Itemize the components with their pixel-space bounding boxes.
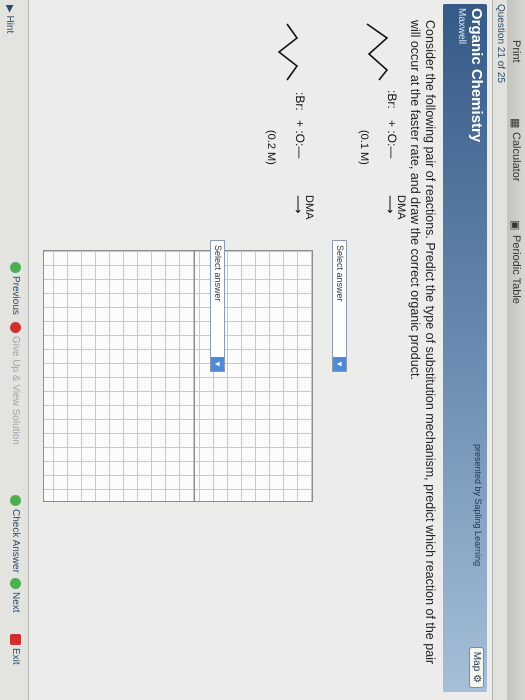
subject-header: Organic Chemistry Maxwell presented by S… xyxy=(443,4,487,692)
sapling-question-screen: Print ▦ Calculator ▣ Periodic Table Ques… xyxy=(0,0,525,700)
reaction1-mechanism-select[interactable]: Select answer ▼ xyxy=(332,240,347,372)
exit-button[interactable]: Exit xyxy=(10,634,21,665)
reaction2-concentration: (0.2 M) xyxy=(265,130,277,165)
question-bar: Question 21 of 25 xyxy=(492,0,507,700)
reaction2-arrow: DMA ⟶ xyxy=(290,195,315,219)
next-icon xyxy=(10,578,21,589)
calculator-icon[interactable]: ▦ xyxy=(509,118,522,128)
check-answer-label: Check Answer xyxy=(10,509,21,573)
check-answer-icon xyxy=(10,495,21,506)
map-button[interactable]: Map ⚙ xyxy=(469,646,484,688)
map-icon: ⚙ xyxy=(471,674,482,683)
reaction2-reagent: + :O:— xyxy=(293,120,307,159)
print-link[interactable]: Print xyxy=(510,40,522,63)
sapling-brand: presented by Sapling Learning xyxy=(473,444,483,567)
previous-button[interactable]: Previous xyxy=(10,262,21,315)
next-button[interactable]: Next xyxy=(10,578,21,613)
reaction1-reagent: + :O:— xyxy=(385,120,399,159)
give-up-icon xyxy=(10,322,21,333)
give-up-label: Give Up & View Solution xyxy=(10,336,21,445)
previous-label: Previous xyxy=(10,276,21,315)
previous-icon xyxy=(10,262,21,273)
exit-label: Exit xyxy=(10,648,21,665)
check-answer-button[interactable]: Check Answer xyxy=(10,495,21,573)
calculator-link[interactable]: Calculator xyxy=(510,132,522,182)
reaction2-drawing-canvas[interactable] xyxy=(43,250,195,502)
reaction1-concentration: (0.1 M) xyxy=(358,130,370,165)
question-text: Consider the following pair of reactions… xyxy=(408,20,437,665)
footer-bar: Previous Give Up & View Solution Check A… xyxy=(0,0,29,700)
reaction1-substrate xyxy=(366,23,389,81)
reaction2-mechanism-select[interactable]: Select answer ▼ xyxy=(210,240,225,372)
give-up-button[interactable]: Give Up & View Solution xyxy=(10,322,21,445)
reaction1-leaving-group: :Br: xyxy=(385,90,399,109)
reaction2-select-label: Select answer xyxy=(213,245,223,302)
periodic-table-link[interactable]: Periodic Table xyxy=(510,235,522,304)
next-label: Next xyxy=(10,592,21,613)
reaction1-select-label: Select answer xyxy=(335,245,345,302)
map-label: Map xyxy=(471,651,482,672)
reaction1-arrow: DMA ⟶ xyxy=(382,195,407,219)
reaction2-leaving-group: :Br: xyxy=(293,92,307,111)
reaction2-select-chevron-icon: ▼ xyxy=(211,357,224,371)
hint-button[interactable]: ▶ Hint xyxy=(4,5,15,33)
subject-title: Organic Chemistry xyxy=(468,8,485,143)
reaction2-substrate xyxy=(277,23,299,81)
hint-label: Hint xyxy=(4,15,15,34)
exit-icon xyxy=(10,634,21,645)
top-toolbar: Print ▦ Calculator ▣ Periodic Table xyxy=(506,0,525,700)
periodic-table-icon[interactable]: ▣ xyxy=(509,220,522,230)
reaction1-select-chevron-icon: ▼ xyxy=(333,357,346,371)
hint-arrow-icon: ▶ xyxy=(4,5,15,13)
subject-subtitle: Maxwell xyxy=(456,8,467,45)
question-counter: Question 21 of 25 xyxy=(495,4,506,83)
